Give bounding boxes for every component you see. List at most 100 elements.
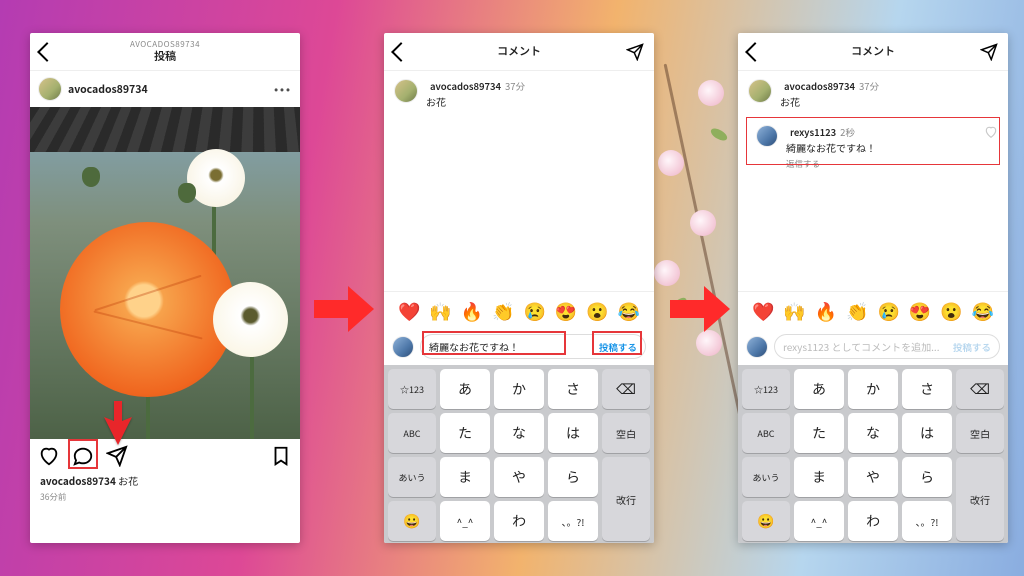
emoji-fire[interactable]: 🔥 bbox=[461, 298, 483, 324]
key-aiu[interactable]: あいう bbox=[388, 457, 436, 497]
emoji-wow[interactable]: 😮 bbox=[940, 298, 962, 324]
header-section: 投稿 bbox=[154, 48, 176, 64]
key-face[interactable]: ^_^ bbox=[440, 501, 490, 541]
emoji-hands[interactable]: 🙌 bbox=[429, 298, 451, 324]
key-ka[interactable]: か bbox=[494, 369, 544, 409]
comment-input-row: rexys1123 としてコメントを追加... 投稿する bbox=[738, 328, 1008, 365]
highlight-new-comment bbox=[746, 117, 1000, 165]
author-timestamp: 37分 bbox=[859, 79, 879, 93]
header-title: コメント bbox=[851, 43, 895, 59]
caption-text: お花 bbox=[780, 94, 879, 109]
share-icon[interactable] bbox=[106, 445, 128, 467]
author-avatar[interactable] bbox=[38, 77, 62, 101]
emoji-cry[interactable]: 😢 bbox=[523, 298, 545, 324]
comments-header: コメント bbox=[738, 33, 1008, 71]
key-sa[interactable]: さ bbox=[548, 369, 598, 409]
caption-text: お花 bbox=[426, 94, 525, 109]
phone-comment-posted: コメント avocados8973437分 お花 rexys11232秒 綺麗な… bbox=[738, 33, 1008, 543]
key-space[interactable]: 空白 bbox=[602, 413, 650, 453]
key-space[interactable]: 空白 bbox=[956, 413, 1004, 453]
jp-keyboard: ☆123 ABC あいう 😀 あかさ たなは まやら ^_^わ、。?! ⌫ 空白… bbox=[738, 365, 1008, 543]
key-switch[interactable]: ☆123 bbox=[742, 369, 790, 409]
emoji-cry[interactable]: 😢 bbox=[877, 298, 899, 324]
key-aiu[interactable]: あいう bbox=[742, 457, 790, 497]
post-photo[interactable] bbox=[30, 107, 300, 439]
post-header: AVOCADOS89734 投稿 bbox=[30, 33, 300, 71]
key-punct[interactable]: 、。?! bbox=[548, 501, 598, 541]
original-caption: avocados89734 37分 お花 bbox=[738, 71, 1008, 117]
key-ra[interactable]: ら bbox=[548, 457, 598, 497]
key-na[interactable]: な bbox=[848, 413, 898, 453]
key-a[interactable]: あ bbox=[440, 369, 490, 409]
key-abc[interactable]: ABC bbox=[388, 413, 436, 453]
key-return[interactable]: 改行 bbox=[602, 457, 650, 541]
decor-blossom bbox=[654, 260, 680, 286]
key-punct[interactable]: 、。?! bbox=[902, 501, 952, 541]
key-return[interactable]: 改行 bbox=[956, 457, 1004, 541]
like-icon[interactable] bbox=[38, 445, 60, 467]
jp-keyboard: ☆123 ABC あいう 😀 あ か さ た な は bbox=[384, 365, 654, 543]
step-arrow-icon bbox=[314, 286, 374, 332]
comment-input-row: 綺麗なお花ですね！ 投稿する bbox=[384, 328, 654, 365]
key-ya[interactable]: や bbox=[494, 457, 544, 497]
author-username[interactable]: avocados89734 bbox=[430, 79, 501, 93]
emoji-wow[interactable]: 😮 bbox=[586, 298, 608, 324]
author-username[interactable]: avocados89734 bbox=[68, 82, 148, 97]
user-avatar[interactable] bbox=[746, 336, 768, 358]
key-ma[interactable]: ま bbox=[794, 457, 844, 497]
comment-input-placeholder: rexys1123 としてコメントを追加... bbox=[783, 339, 939, 354]
phone-post-view: AVOCADOS89734 投稿 avocados89734 ••• bbox=[30, 33, 300, 543]
key-backspace[interactable]: ⌫ bbox=[956, 369, 1004, 409]
key-emoji[interactable]: 😀 bbox=[388, 501, 436, 541]
key-switch[interactable]: ☆123 bbox=[388, 369, 436, 409]
highlight-input-text bbox=[422, 331, 566, 355]
key-backspace[interactable]: ⌫ bbox=[602, 369, 650, 409]
post-comment-button[interactable]: 投稿する bbox=[953, 340, 991, 354]
key-ka[interactable]: か bbox=[848, 369, 898, 409]
emoji-clap[interactable]: 👏 bbox=[846, 298, 868, 324]
author-timestamp: 37分 bbox=[505, 79, 525, 93]
emoji-clap[interactable]: 👏 bbox=[492, 298, 514, 324]
key-ta[interactable]: た bbox=[794, 413, 844, 453]
author-username[interactable]: avocados89734 bbox=[784, 79, 855, 93]
key-ta[interactable]: た bbox=[440, 413, 490, 453]
author-avatar[interactable] bbox=[394, 79, 418, 103]
key-wa[interactable]: わ bbox=[848, 501, 898, 541]
header-title: コメント bbox=[497, 43, 541, 59]
key-ra[interactable]: ら bbox=[902, 457, 952, 497]
user-avatar[interactable] bbox=[392, 336, 414, 358]
save-icon[interactable] bbox=[270, 445, 292, 467]
highlight-comment-button bbox=[68, 439, 98, 469]
quick-emoji-row: ❤️ 🙌 🔥 👏 😢 😍 😮 😂 bbox=[738, 291, 1008, 328]
key-sa[interactable]: さ bbox=[902, 369, 952, 409]
emoji-fire[interactable]: 🔥 bbox=[815, 298, 837, 324]
emoji-hearteyes[interactable]: 😍 bbox=[555, 298, 577, 324]
caption-author[interactable]: avocados89734 bbox=[40, 473, 116, 488]
key-na[interactable]: な bbox=[494, 413, 544, 453]
key-abc[interactable]: ABC bbox=[742, 413, 790, 453]
decor-blossom bbox=[698, 80, 724, 106]
key-ha[interactable]: は bbox=[902, 413, 952, 453]
tutorial-stage: AVOCADOS89734 投稿 avocados89734 ••• bbox=[0, 0, 1024, 576]
emoji-heart[interactable]: ❤️ bbox=[752, 298, 774, 324]
key-ha[interactable]: は bbox=[548, 413, 598, 453]
highlight-post-button bbox=[592, 331, 642, 355]
like-comment-icon[interactable] bbox=[984, 125, 998, 139]
comment-input[interactable]: rexys1123 としてコメントを追加... 投稿する bbox=[774, 334, 1000, 359]
emoji-hearteyes[interactable]: 😍 bbox=[909, 298, 931, 324]
author-avatar[interactable] bbox=[748, 79, 772, 103]
emoji-heart[interactable]: ❤️ bbox=[398, 298, 420, 324]
original-caption: avocados89734 37分 お花 bbox=[384, 71, 654, 117]
decor-blossom bbox=[696, 330, 722, 356]
key-wa[interactable]: わ bbox=[494, 501, 544, 541]
more-options-icon[interactable]: ••• bbox=[274, 82, 292, 97]
key-face[interactable]: ^_^ bbox=[794, 501, 844, 541]
key-a[interactable]: あ bbox=[794, 369, 844, 409]
post-author-row: avocados89734 ••• bbox=[30, 71, 300, 107]
key-emoji[interactable]: 😀 bbox=[742, 501, 790, 541]
key-ya[interactable]: や bbox=[848, 457, 898, 497]
key-ma[interactable]: ま bbox=[440, 457, 490, 497]
emoji-laugh[interactable]: 😂 bbox=[972, 298, 994, 324]
emoji-hands[interactable]: 🙌 bbox=[783, 298, 805, 324]
emoji-laugh[interactable]: 😂 bbox=[618, 298, 640, 324]
